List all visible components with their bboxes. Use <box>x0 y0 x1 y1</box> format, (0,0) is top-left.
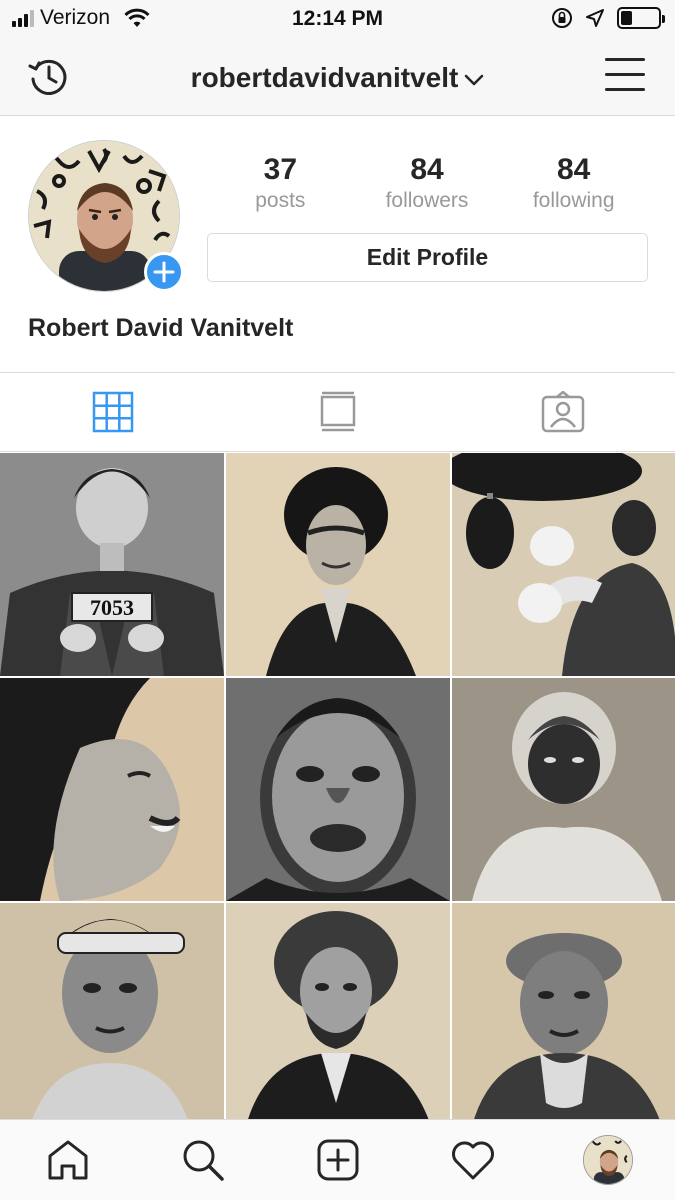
home-icon <box>48 1140 87 1180</box>
stat-following-count: 84 <box>556 153 591 186</box>
post-thumbnail[interactable] <box>452 903 675 1126</box>
username: robertdavidvanitvelt <box>190 62 459 93</box>
stat-followers-count: 84 <box>410 153 444 186</box>
post-caption-plate: 7053 <box>90 595 134 620</box>
profile-stats: 37 posts 84 followers 84 following <box>207 152 647 214</box>
menu-icon[interactable] <box>605 58 645 94</box>
profile-header: robertdavidvanitvelt <box>0 40 675 116</box>
profile-avatar[interactable] <box>28 140 184 294</box>
profile-full-name: Robert David Vanitvelt <box>28 314 294 342</box>
post-thumbnail[interactable] <box>226 678 450 901</box>
tab-list[interactable] <box>225 373 450 451</box>
status-bar: Verizon 12:14 PM <box>0 0 675 40</box>
bottom-nav <box>0 1119 675 1200</box>
rotation-lock-icon <box>552 8 572 28</box>
post-thumbnail[interactable] <box>452 453 675 676</box>
nav-home[interactable] <box>0 1120 135 1200</box>
battery-icon <box>617 7 665 29</box>
username-switcher[interactable]: robertdavidvanitvelt <box>0 62 675 94</box>
plus-icon <box>153 261 175 283</box>
tab-grid[interactable] <box>0 373 225 451</box>
tab-tagged[interactable] <box>450 373 675 451</box>
post-thumbnail[interactable] <box>0 678 224 901</box>
post-thumbnail[interactable] <box>452 678 675 901</box>
nav-activity[interactable] <box>405 1120 540 1200</box>
post-thumbnail[interactable] <box>226 453 450 676</box>
add-story-button[interactable] <box>144 252 184 292</box>
activity-heart-icon <box>451 1141 494 1180</box>
post-thumbnail[interactable] <box>0 903 224 1126</box>
grid-view-icon <box>92 391 133 433</box>
stat-posts-count: 37 <box>263 153 298 186</box>
stat-followers[interactable]: 84 followers <box>354 152 501 214</box>
edit-profile-button[interactable]: Edit Profile <box>207 233 648 282</box>
chevron-down-icon <box>465 74 484 85</box>
nav-profile[interactable] <box>540 1120 675 1200</box>
stat-posts-label: posts <box>255 189 306 212</box>
tagged-photos-icon <box>541 391 584 433</box>
profile-tabs <box>0 372 675 452</box>
stat-following-label: following <box>532 189 615 212</box>
list-view-icon <box>320 391 355 432</box>
stat-posts[interactable]: 37 posts <box>207 152 354 214</box>
new-post-icon <box>317 1139 358 1181</box>
post-thumbnail[interactable]: 7053 <box>0 453 224 676</box>
nav-new-post[interactable] <box>270 1120 405 1200</box>
location-arrow-icon <box>586 9 604 27</box>
post-thumbnail[interactable] <box>226 903 450 1126</box>
profile-avatar <box>582 1135 633 1185</box>
stat-following[interactable]: 84 following <box>500 152 647 214</box>
stat-followers-label: followers <box>385 189 469 212</box>
search-icon <box>183 1140 224 1181</box>
post-grid: 7053 <box>0 453 675 1126</box>
status-right <box>551 7 665 29</box>
nav-search[interactable] <box>135 1120 270 1200</box>
